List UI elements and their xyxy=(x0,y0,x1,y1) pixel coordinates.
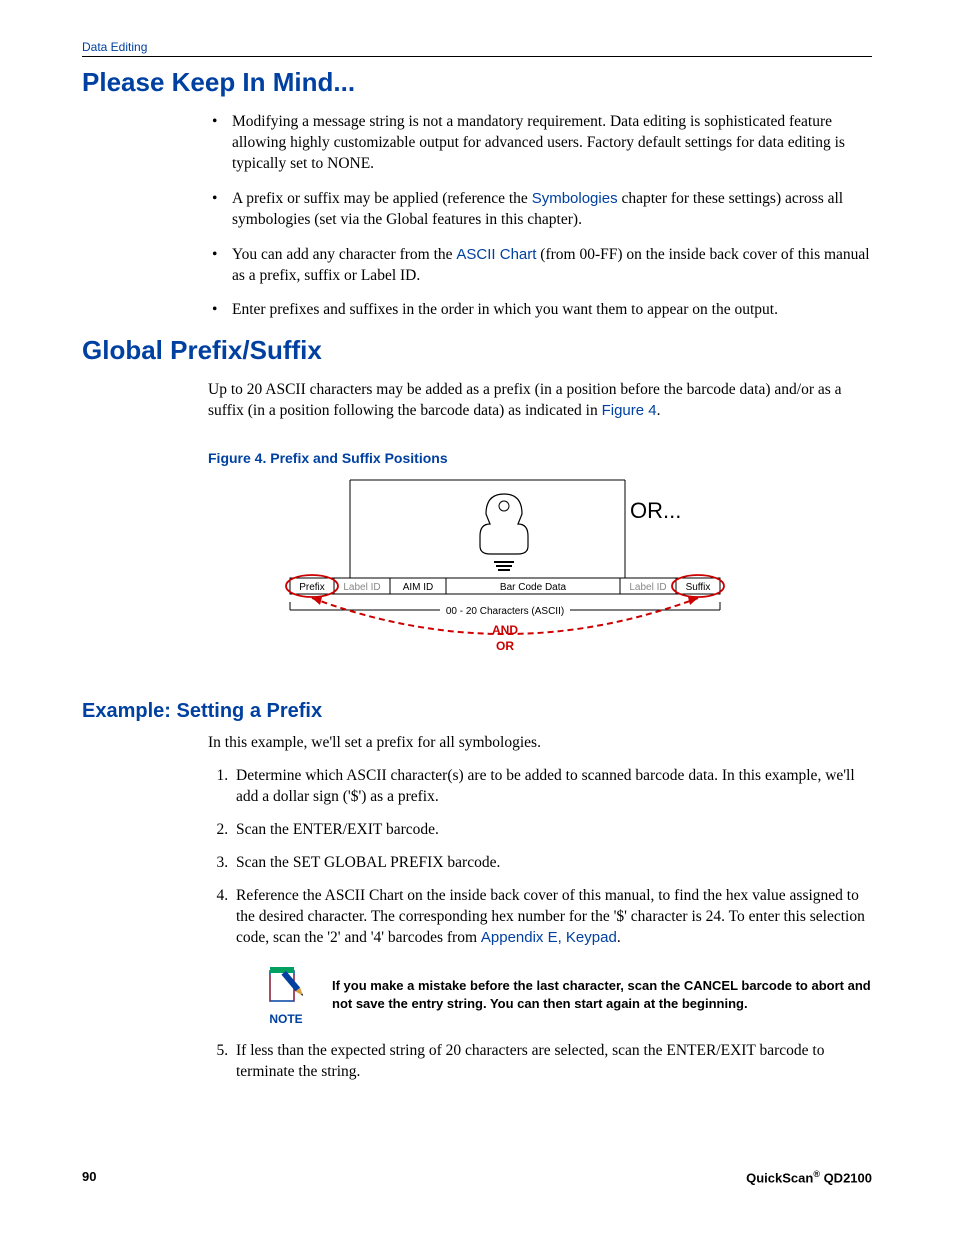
link-ascii-chart[interactable]: ASCII Chart xyxy=(456,246,536,263)
note-box: NOTE If you make a mistake before the la… xyxy=(264,963,872,1027)
bullet-4: Enter prefixes and suffixes in the order… xyxy=(208,300,872,321)
link-symbologies[interactable]: Symbologies xyxy=(532,190,618,207)
step-4: Reference the ASCII Chart on the inside … xyxy=(232,886,872,1027)
example-body: In this example, we'll set a prefix for … xyxy=(208,733,872,1082)
note-icon-wrap: NOTE xyxy=(264,963,308,1027)
step-5: If less than the expected string of 20 c… xyxy=(232,1041,872,1083)
step-3: Scan the SET GLOBAL PREFIX barcode. xyxy=(232,853,872,874)
link-appendix-e[interactable]: Appendix E, Keypad xyxy=(481,929,617,946)
or-label: OR... xyxy=(630,498,681,523)
bullet-3: You can add any character from the ASCII… xyxy=(208,245,872,287)
bullet-2: A prefix or suffix may be applied (refer… xyxy=(208,189,872,231)
section-name: Data Editing xyxy=(82,40,147,54)
svg-text:AND: AND xyxy=(492,623,518,637)
page-number: 90 xyxy=(82,1169,96,1185)
example-intro: In this example, we'll set a prefix for … xyxy=(208,733,872,754)
svg-text:Suffix: Suffix xyxy=(686,582,711,593)
step-1: Determine which ASCII character(s) are t… xyxy=(232,766,872,808)
svg-text:OR: OR xyxy=(496,639,514,653)
product-name: QuickScan® QD2100 xyxy=(746,1169,872,1185)
link-figure-4[interactable]: Figure 4 xyxy=(602,402,657,419)
step-2: Scan the ENTER/EXIT barcode. xyxy=(232,820,872,841)
bullet-1: Modifying a message string is not a mand… xyxy=(208,112,872,175)
note-icon xyxy=(264,963,308,1007)
note-label: NOTE xyxy=(269,1011,302,1027)
heading-global-prefix-suffix: Global Prefix/Suffix xyxy=(82,335,872,366)
figure-4: OR... Prefix Label ID AIM ID Bar Code Da… xyxy=(208,470,872,670)
bullets-block: Modifying a message string is not a mand… xyxy=(208,112,872,321)
gps-paragraph: Up to 20 ASCII characters may be added a… xyxy=(208,380,872,422)
svg-text:AIM ID: AIM ID xyxy=(403,582,434,593)
svg-text:Prefix: Prefix xyxy=(299,582,325,593)
registered-icon: ® xyxy=(813,1169,820,1179)
figure-caption: Figure 4. Prefix and Suffix Positions xyxy=(208,450,872,466)
svg-text:Label ID: Label ID xyxy=(343,582,380,593)
steps-list: Determine which ASCII character(s) are t… xyxy=(208,766,872,1082)
note-text: If you make a mistake before the last ch… xyxy=(332,977,872,1012)
heading-example: Example: Setting a Prefix xyxy=(82,700,872,723)
figure-svg: OR... Prefix Label ID AIM ID Bar Code Da… xyxy=(270,470,810,670)
running-header: Data Editing xyxy=(82,40,872,57)
page: Data Editing Please Keep In Mind... Modi… xyxy=(0,0,954,1235)
gps-body: Up to 20 ASCII characters may be added a… xyxy=(208,380,872,670)
svg-text:Bar Code Data: Bar Code Data xyxy=(500,582,567,593)
svg-text:Label ID: Label ID xyxy=(629,582,666,593)
heading-keep-in-mind: Please Keep In Mind... xyxy=(82,67,872,98)
footer: 90 QuickScan® QD2100 xyxy=(82,1169,872,1185)
svg-text:00 - 20 Characters (ASCII): 00 - 20 Characters (ASCII) xyxy=(446,606,564,617)
